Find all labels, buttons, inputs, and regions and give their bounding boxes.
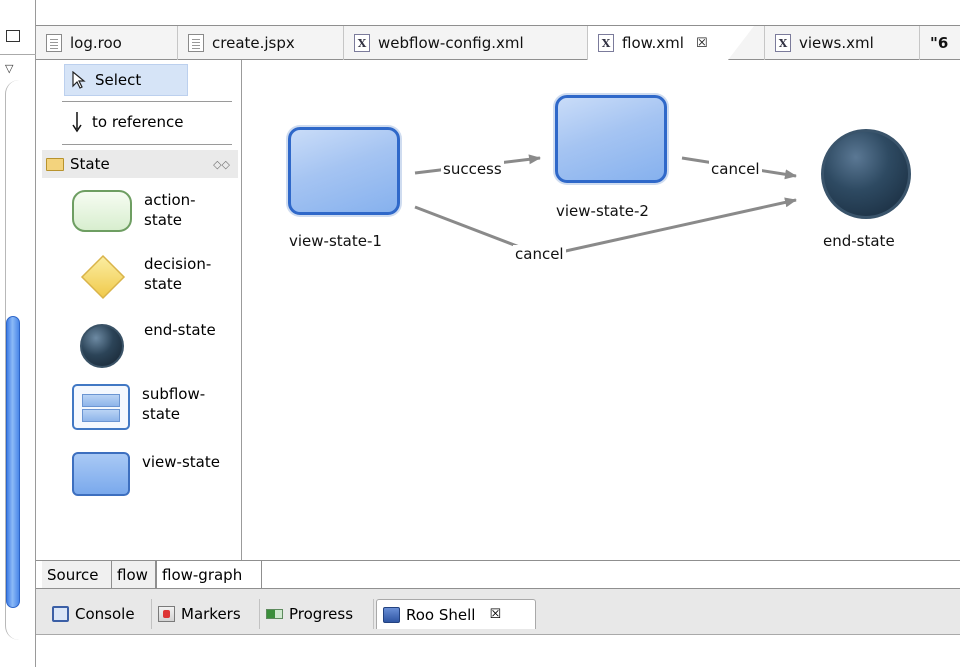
- palette-item-label: subflow- state: [142, 385, 206, 423]
- palette-divider: [62, 144, 232, 145]
- tab-flow-xml[interactable]: X flow.xml ☒: [588, 26, 754, 60]
- arrow-down-icon: [72, 112, 82, 133]
- text-file-icon: [188, 34, 204, 52]
- tab-source[interactable]: Source: [42, 561, 112, 588]
- xml-file-icon: X: [598, 34, 614, 52]
- vertical-scrollbar[interactable]: [6, 316, 20, 608]
- palette-item-label: end-state: [144, 321, 216, 339]
- roo-shell-output[interactable]: [36, 634, 960, 667]
- node-end-state[interactable]: [821, 129, 911, 219]
- palette-item-label: view-state: [142, 453, 220, 471]
- tab-label: flow: [117, 565, 148, 584]
- view-state-icon: [72, 452, 130, 496]
- tab-console[interactable]: Console: [46, 599, 152, 629]
- tab-label: Source: [47, 565, 99, 584]
- action-state-icon: [72, 190, 132, 232]
- views-tab-bar: Console Markers Progress Roo Shell ☒: [36, 588, 960, 634]
- state-drawer[interactable]: State ◇◇: [42, 150, 238, 178]
- tab-label: Roo Shell: [406, 605, 476, 624]
- reference-tool-label: to reference: [92, 113, 184, 131]
- tab-flow-graph[interactable]: flow-graph: [156, 561, 262, 588]
- palette-item-view-state[interactable]: view-state: [72, 452, 242, 496]
- tab-label: Progress: [289, 605, 354, 623]
- title-strip: [36, 0, 960, 26]
- roo-shell-icon: [383, 606, 400, 623]
- tab-roo-shell[interactable]: Roo Shell ☒: [376, 599, 536, 629]
- node-view-state-2[interactable]: [555, 95, 667, 183]
- flow-graph-canvas[interactable]: view-state-1 view-state-2 end-state succ…: [243, 60, 960, 560]
- node-view-state-1[interactable]: [288, 127, 400, 215]
- console-icon: [52, 606, 69, 622]
- tab-webflow-config[interactable]: X webflow-config.xml: [344, 26, 588, 60]
- tab-label: Console: [75, 605, 135, 623]
- select-tool[interactable]: Select: [64, 64, 188, 96]
- edge-label[interactable]: success: [441, 160, 504, 178]
- tab-views-xml[interactable]: X views.xml: [764, 26, 920, 60]
- palette-item-end-state[interactable]: end-state: [72, 320, 242, 368]
- xml-file-icon: X: [354, 34, 370, 52]
- view-menu-icon[interactable]: ▽: [5, 62, 13, 75]
- subflow-state-icon: [72, 384, 130, 430]
- tab-label: flow-graph: [162, 565, 243, 584]
- palette-item-action-state[interactable]: action- state: [72, 190, 242, 232]
- progress-icon: [266, 609, 283, 619]
- node-label: view-state-1: [289, 232, 382, 250]
- close-icon[interactable]: ☒: [696, 36, 708, 51]
- tab-label: flow.xml: [622, 34, 684, 52]
- tab-flow[interactable]: flow: [112, 561, 156, 588]
- editor-page-tabs: Source flow flow-graph: [36, 560, 960, 588]
- node-label: end-state: [823, 232, 895, 250]
- editor-tab-bar: log.roo create.jspx X webflow-config.xml…: [36, 26, 960, 60]
- edge-label[interactable]: cancel: [709, 160, 762, 178]
- gutter-divider: [0, 54, 36, 55]
- overflow-count: "6: [930, 34, 949, 52]
- drawer-label: State: [70, 155, 110, 173]
- folder-icon: [46, 157, 64, 171]
- end-state-icon: [80, 324, 124, 368]
- tab-label: Markers: [181, 605, 241, 623]
- edge-label[interactable]: cancel: [513, 245, 566, 263]
- xml-file-icon: X: [775, 34, 791, 52]
- tab-create-jspx[interactable]: create.jspx: [178, 26, 344, 60]
- palette-item-subflow-state[interactable]: subflow- state: [72, 384, 242, 430]
- text-file-icon: [46, 34, 62, 52]
- palette-divider: [62, 101, 232, 102]
- palette: Select to reference State ◇◇ action- sta…: [36, 60, 242, 560]
- close-icon[interactable]: ☒: [489, 607, 501, 622]
- palette-item-label: action- state: [144, 191, 196, 229]
- tab-markers[interactable]: Markers: [152, 599, 260, 629]
- tab-label: log.roo: [70, 34, 122, 52]
- minimize-icon[interactable]: [6, 30, 20, 42]
- markers-icon: [158, 606, 175, 622]
- arrow-cursor-icon: [72, 71, 86, 89]
- select-tool-label: Select: [95, 71, 142, 89]
- tab-label: views.xml: [799, 34, 874, 52]
- decision-state-icon: [80, 254, 126, 300]
- tab-log-roo[interactable]: log.roo: [36, 26, 178, 60]
- tab-label: webflow-config.xml: [378, 34, 524, 52]
- tab-overflow[interactable]: "6: [920, 26, 960, 60]
- node-label: view-state-2: [556, 202, 649, 220]
- reference-tool[interactable]: to reference: [64, 106, 183, 138]
- palette-item-label: decision- state: [144, 255, 212, 293]
- left-gutter: ▽: [0, 0, 36, 667]
- tab-label: create.jspx: [212, 34, 295, 52]
- tab-progress[interactable]: Progress: [260, 599, 374, 629]
- pin-icon[interactable]: ◇◇: [213, 158, 230, 171]
- palette-item-decision-state[interactable]: decision- state: [72, 254, 242, 300]
